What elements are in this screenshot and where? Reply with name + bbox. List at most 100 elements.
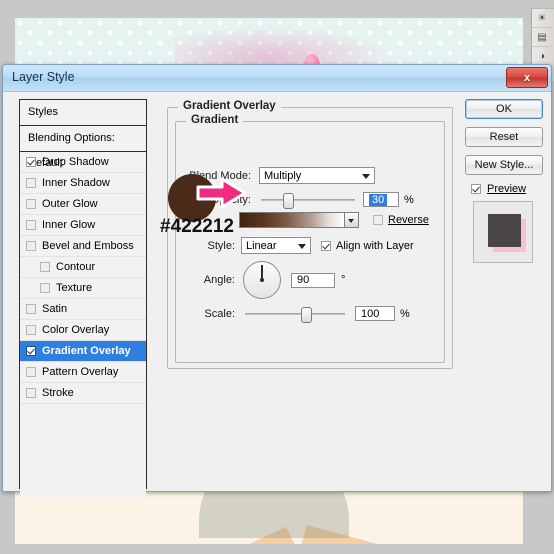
gradient-subgroup-title: Gradient bbox=[186, 114, 244, 126]
opacity-slider-thumb[interactable] bbox=[283, 192, 294, 209]
gradient-row: Reverse bbox=[239, 212, 449, 228]
style-item-inner-glow[interactable]: Inner Glow bbox=[20, 215, 146, 236]
style-item-label: Bevel and Emboss bbox=[42, 240, 134, 252]
checkbox-align-with-layer[interactable] bbox=[321, 240, 331, 251]
checkbox-inner-shadow[interactable] bbox=[26, 178, 36, 188]
checkbox-reverse[interactable] bbox=[373, 215, 383, 225]
style-item-satin[interactable]: Satin bbox=[20, 299, 146, 320]
checkbox-inner-glow[interactable] bbox=[26, 220, 36, 230]
checkbox-outer-glow[interactable] bbox=[26, 199, 36, 209]
angle-label: Angle: bbox=[203, 274, 235, 286]
checkbox-texture[interactable] bbox=[40, 283, 50, 293]
angle-input[interactable]: 90 bbox=[291, 272, 335, 288]
style-label: Style: bbox=[207, 239, 235, 252]
styles-list[interactable]: Styles Blending Options: Default Drop Sh… bbox=[19, 99, 147, 498]
checkbox-pattern-overlay[interactable] bbox=[26, 367, 36, 377]
style-item-outer-glow[interactable]: Outer Glow bbox=[20, 194, 146, 215]
brightness-glyph: ☀ bbox=[537, 12, 547, 24]
scale-slider-thumb[interactable] bbox=[301, 306, 312, 323]
style-item-inner-shadow[interactable]: Inner Shadow bbox=[20, 173, 146, 194]
style-item-texture[interactable]: Texture bbox=[20, 278, 146, 299]
checkbox-drop-shadow[interactable] bbox=[26, 157, 36, 167]
style-item-label: Satin bbox=[42, 303, 68, 315]
chevron-down-icon bbox=[348, 219, 354, 223]
style-select[interactable]: Linear bbox=[241, 237, 311, 254]
style-row: Style: Linear Align with Layer bbox=[195, 237, 445, 254]
sunburst-ray bbox=[132, 541, 327, 544]
hex-code-annotation: #422212 bbox=[160, 216, 234, 237]
canvas-bottom-artwork bbox=[15, 492, 523, 544]
style-item-pattern-overlay[interactable]: Pattern Overlay bbox=[20, 362, 146, 383]
layer-style-dialog: Layer Style x Styles Blending Options: D… bbox=[2, 64, 552, 498]
chevron-down-icon bbox=[362, 174, 370, 179]
preview-thumbnail bbox=[473, 201, 533, 263]
brightness-icon[interactable]: ☀ bbox=[532, 9, 552, 28]
reset-button[interactable]: Reset bbox=[465, 127, 543, 147]
scale-slider[interactable] bbox=[245, 306, 345, 323]
checkbox-color-overlay[interactable] bbox=[26, 325, 36, 335]
style-item-color-overlay[interactable]: Color Overlay bbox=[20, 320, 146, 341]
scale-label: Scale: bbox=[204, 307, 235, 320]
style-item-stroke[interactable]: Stroke bbox=[20, 383, 146, 404]
checkbox-gradient-overlay[interactable] bbox=[26, 346, 36, 356]
checkbox-preview[interactable] bbox=[471, 184, 481, 194]
style-item-bevel-and-emboss[interactable]: Bevel and Emboss bbox=[20, 236, 146, 257]
style-item-contour[interactable]: Contour bbox=[20, 257, 146, 278]
style-value: Linear bbox=[246, 239, 277, 252]
styles-list-header: Styles bbox=[20, 100, 146, 126]
scale-value: 100 bbox=[361, 307, 380, 320]
image-glyph: ▤ bbox=[537, 31, 547, 43]
gradient-picker-button[interactable] bbox=[345, 212, 359, 228]
style-item-label: Gradient Overlay bbox=[42, 345, 131, 357]
align-with-layer-row[interactable]: Align with Layer bbox=[321, 240, 414, 252]
checkbox-contour[interactable] bbox=[40, 262, 50, 272]
checkbox-stroke[interactable] bbox=[26, 388, 36, 398]
gradient-preview-bar[interactable] bbox=[239, 212, 345, 228]
blending-options-row[interactable]: Blending Options: Default bbox=[20, 126, 146, 169]
angle-value: 90 bbox=[297, 274, 310, 286]
ok-button[interactable]: OK bbox=[465, 99, 543, 119]
gradient-overlay-group-title: Gradient Overlay bbox=[178, 100, 281, 112]
opacity-slider[interactable] bbox=[261, 192, 355, 209]
preview-label: Preview bbox=[487, 183, 527, 195]
style-item-label: Drop Shadow bbox=[42, 156, 109, 168]
image-icon[interactable]: ▤ bbox=[532, 28, 552, 47]
angle-unit: ° bbox=[341, 274, 346, 286]
dialog-titlebar[interactable]: Layer Style x bbox=[3, 65, 551, 92]
style-item-label: Stroke bbox=[42, 387, 74, 399]
styles-list-empty-area bbox=[20, 404, 146, 498]
new-style-button[interactable]: New Style... bbox=[465, 155, 543, 175]
scale-slider-track bbox=[245, 312, 345, 315]
scale-unit: % bbox=[400, 307, 410, 320]
preview-square-shape bbox=[488, 214, 521, 247]
style-item-label: Inner Glow bbox=[42, 219, 96, 231]
opacity-value: 30 bbox=[369, 193, 388, 206]
scale-input[interactable]: 100 bbox=[355, 306, 395, 321]
chevron-down-icon bbox=[298, 244, 306, 249]
opacity-slider-track bbox=[261, 198, 355, 201]
angle-dial-hub bbox=[259, 277, 264, 282]
style-item-label: Pattern Overlay bbox=[42, 366, 119, 378]
blend-mode-select[interactable]: Multiply bbox=[259, 167, 375, 184]
gradient-overlay-panel: Gradient Overlay Gradient Blend Mode: Mu… bbox=[163, 99, 453, 489]
close-icon[interactable]: x bbox=[506, 67, 548, 88]
angle-dial[interactable] bbox=[243, 261, 281, 299]
style-item-label: Contour bbox=[56, 261, 96, 273]
style-item-label: Inner Shadow bbox=[42, 177, 110, 189]
grey-dome-shape bbox=[199, 492, 349, 538]
checkbox-bevel-and-emboss[interactable] bbox=[26, 241, 36, 251]
style-item-label: Color Overlay bbox=[42, 324, 110, 336]
style-item-label: Texture bbox=[56, 282, 93, 294]
scale-row: Scale: 100 % bbox=[195, 306, 445, 323]
dialog-button-column: OK Reset New Style... Preview bbox=[465, 99, 545, 263]
style-item-gradient-overlay[interactable]: Gradient Overlay bbox=[20, 341, 146, 362]
angle-row: Angle: 90 ° bbox=[195, 261, 415, 299]
preview-checkbox-row[interactable]: Preview bbox=[471, 183, 545, 195]
opacity-unit: % bbox=[404, 193, 414, 206]
half-circle-glyph: ◑ bbox=[538, 50, 546, 62]
reverse-checkbox-row[interactable]: Reverse bbox=[373, 214, 429, 226]
pink-arrow-annotation bbox=[196, 177, 247, 209]
reverse-label: Reverse bbox=[388, 214, 429, 226]
checkbox-satin[interactable] bbox=[26, 304, 36, 314]
opacity-input[interactable]: 30 bbox=[363, 192, 399, 207]
